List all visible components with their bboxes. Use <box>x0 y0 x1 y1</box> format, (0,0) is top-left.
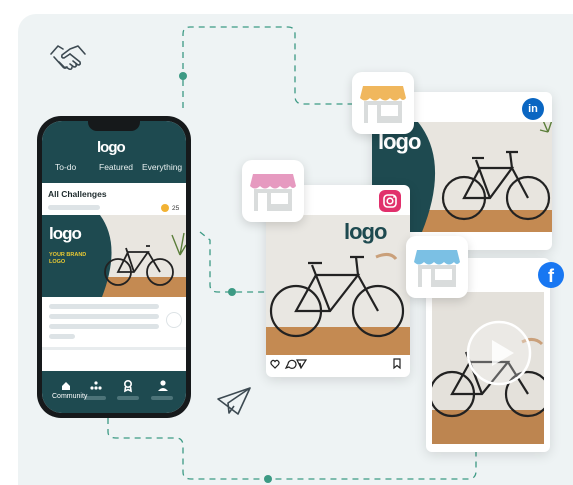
tab-to-do[interactable]: To-do <box>55 162 76 172</box>
phone-notch <box>88 121 140 131</box>
instagram-actions[interactable] <box>270 357 406 371</box>
brand-text-line1: YOUR BRAND <box>49 252 87 258</box>
placeholder-bar <box>49 304 159 309</box>
placeholder-bar <box>49 324 159 329</box>
instagram-icon <box>379 190 401 212</box>
community-icon <box>90 381 102 390</box>
bookmark-icon <box>393 358 401 370</box>
bike-photo <box>266 215 410 355</box>
comment-icon <box>284 359 297 370</box>
phone-mockup: logo To-do Featured Everything All Chall… <box>37 116 191 418</box>
tab-featured[interactable]: Featured <box>99 162 133 172</box>
bottom-nav-icons[interactable] <box>42 371 186 413</box>
send-icon <box>296 359 308 370</box>
home-icon <box>62 382 70 390</box>
paper-plane-icon <box>217 387 251 415</box>
storefront-icon-blue <box>406 236 468 298</box>
handshake-icon <box>50 45 86 71</box>
nav-label-community[interactable]: Community <box>52 393 87 400</box>
coin-icon <box>161 204 169 212</box>
placeholder-bar <box>49 314 159 319</box>
brand-text-line2: LOGO <box>49 259 66 265</box>
tab-everything[interactable]: Everything <box>142 162 182 172</box>
placeholder-circle-icon <box>166 312 182 328</box>
award-icon <box>124 380 133 393</box>
phone-screen: logo To-do Featured Everything All Chall… <box>42 121 186 413</box>
placeholder-bar <box>49 334 75 339</box>
placeholder-bar <box>48 205 100 210</box>
storefront-icon-pink <box>242 160 304 222</box>
bike-photo <box>82 215 186 297</box>
divider <box>42 347 186 350</box>
app-logo: logo <box>97 139 126 156</box>
storefront-icon-orange <box>352 72 414 134</box>
section-title: All Challenges <box>48 189 107 199</box>
profile-icon <box>158 380 168 391</box>
banner-logo: logo <box>49 224 82 243</box>
instagram-card-logo: logo <box>344 219 387 244</box>
play-icon[interactable] <box>466 320 532 386</box>
facebook-icon: f <box>538 262 564 288</box>
linkedin-icon: in <box>522 98 544 120</box>
heart-icon <box>270 359 280 369</box>
coin-count: 25 <box>172 205 180 212</box>
